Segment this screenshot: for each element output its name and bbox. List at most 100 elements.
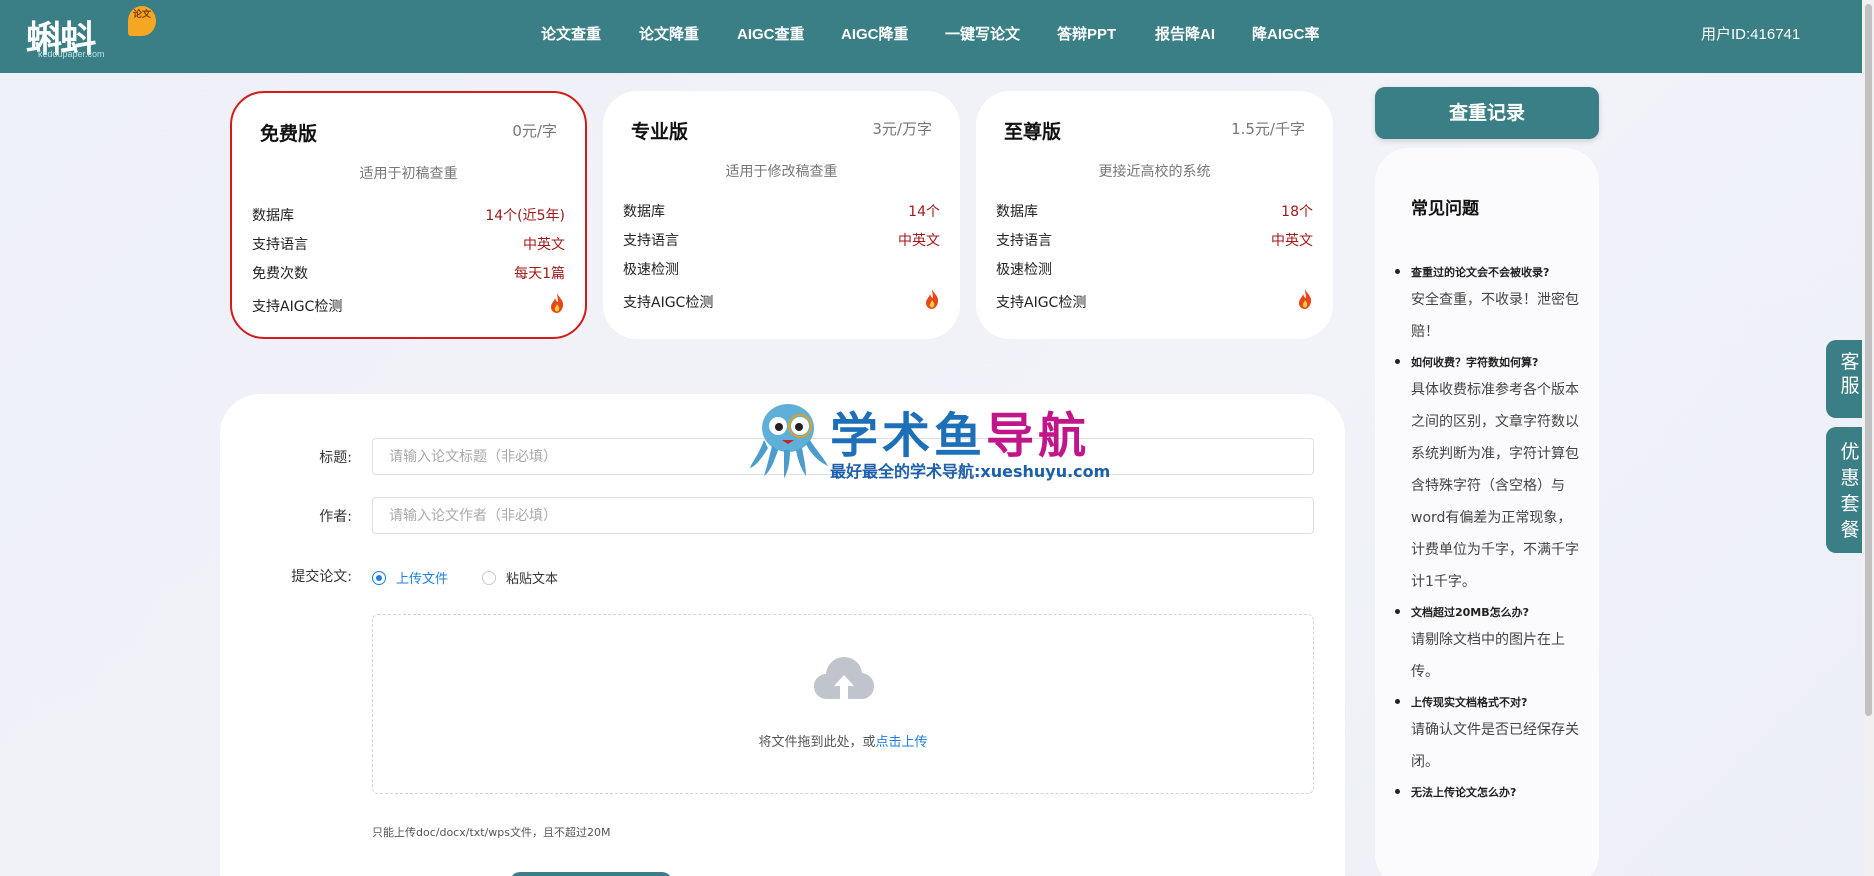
plan-row-label: 数据库 [252,208,294,224]
faq-answer: 安全查重，不收录！泄密包赔！ [1411,292,1579,340]
watermark-title: 学术鱼导航 [830,396,1090,466]
submit-paper-label: 提交论文: [291,569,352,585]
faq-answer: 具体收费标准参考各个版本之间的区别，文章字符数以系统判断为准，字符计算包含特殊字… [1411,382,1579,590]
faq-title: 常见问题 [1411,199,1479,219]
nav-aigc-check[interactable]: AIGC查重 [737,23,805,44]
nav-aigc-rewrite[interactable]: AIGC降重 [841,23,909,44]
plan-desc: 更接近高校的系统 [1098,164,1211,180]
plan-row: 数据库 18个 [996,201,1313,221]
plan-row-label: 数据库 [623,204,665,220]
plan-row-label: 支持语言 [623,233,679,249]
user-id[interactable]: 用户ID:416741 [1701,23,1800,44]
watermark-logo: 学术鱼导航 最好最全的学术导航:xueshuyu.com [748,396,1128,481]
plan-card-pro[interactable]: 专业版 3元/万字 适用于修改稿查重 数据库 14个 支持语言 中英文 极速检测… [603,91,960,339]
plan-row: 数据库 14个 [623,201,940,221]
plan-row-value: 中英文 [523,237,565,253]
author-input[interactable] [372,497,1314,534]
side-tab-label: 客服 [1840,351,1860,397]
plan-row-value: 14个(近5年) [485,208,565,224]
plan-row-label: 支持AIGC检测 [252,299,343,315]
watermark-title-part-a: 学术鱼 [830,408,987,464]
nav-paper-check[interactable]: 论文查重 [541,23,601,44]
octopus-mascot-icon [750,404,828,478]
plan-row-label: 极速检测 [623,262,679,278]
file-dropzone[interactable]: 将文件拖到此处，或点击上传 [372,614,1314,794]
plan-row: 极速检测 [623,259,940,279]
nav-report-reduce-ai[interactable]: 报告降AI [1155,23,1215,44]
nav-write-paper[interactable]: 一键写论文 [945,23,1020,44]
check-records-button[interactable]: 查重记录 [1375,87,1599,139]
faq-question: 查重过的论文会不会被收录? [1411,266,1550,279]
plan-row-label: 支持AIGC检测 [623,295,714,311]
plan-row-value: 14个 [908,204,940,220]
logo-badge: 论文 [128,6,156,36]
plan-row: 数据库 14个(近5年) [252,205,565,225]
plan-title: 免费版 [260,123,318,145]
plan-row: 支持AIGC检测 [623,289,940,312]
faq-item: 上传现实文档格式不对? 请确认文件是否已经保存关闭。 [1395,692,1585,778]
radio-circle [372,571,386,585]
faq-item: 无法上传论文怎么办? [1395,782,1585,804]
plan-row-value: 中英文 [1271,233,1313,249]
plan-card-premium[interactable]: 至尊版 1.5元/千字 更接近高校的系统 数据库 18个 支持语言 中英文 极速… [976,91,1333,339]
plan-row-label: 免费次数 [252,266,308,282]
plan-row-label: 支持AIGC检测 [996,295,1087,311]
faq-item: 文档超过20MB怎么办? 请剔除文档中的图片在上传。 [1395,602,1585,688]
plan-row-value: 每天1篇 [514,266,565,282]
plan-title: 至尊版 [1004,121,1062,143]
fire-icon [926,289,939,309]
plan-row: 支持语言 中英文 [996,230,1313,250]
top-header: 蝌蚪 论文 kedoupaper.com 论文查重 论文降重 AIGC查重 AI… [0,0,1874,73]
radio-label: 上传文件 [396,572,449,587]
radio-label: 粘贴文本 [506,572,559,587]
plan-row: 支持语言 中英文 [252,234,565,254]
nav-reduce-aigc-rate[interactable]: 降AIGC率 [1252,23,1320,44]
plan-row-value: 中英文 [898,233,940,249]
faq-list: 查重过的论文会不会被收录? 安全查重，不收录！泄密包赔！ 如何收费？字符数如何算… [1395,262,1585,808]
plan-row-label: 支持语言 [996,233,1052,249]
plan-price: 3元/万字 [872,120,932,138]
click-upload-link[interactable]: 点击上传 [876,735,928,750]
plan-row: 支持AIGC检测 [996,289,1313,312]
plan-row: 支持AIGC检测 [252,293,565,316]
dropzone-text: 将文件拖到此处，或点击上传 [373,731,1313,750]
plan-desc: 适用于修改稿查重 [725,164,838,180]
dropzone-instruction: 将文件拖到此处，或 [758,735,876,750]
radio-circle [482,571,496,585]
faq-question: 无法上传论文怎么办? [1411,786,1517,799]
plan-row: 免费次数 每天1篇 [252,263,565,283]
faq-question: 如何收费？字符数如何算? [1411,356,1539,369]
submit-button[interactable] [510,872,672,876]
logo-domain: kedoupaper.com [38,49,105,59]
title-label: 标题: [319,450,352,466]
site-logo[interactable]: 蝌蚪 论文 kedoupaper.com [26,6,156,62]
scrollbar-thumb[interactable] [1865,4,1872,716]
side-tab-label: 优惠套餐 [1840,441,1860,541]
faq-panel: 常见问题 查重过的论文会不会被收录? 安全查重，不收录！泄密包赔！ 如何收费？字… [1375,148,1599,876]
plan-row-label: 极速检测 [996,262,1052,278]
nav-paper-rewrite[interactable]: 论文降重 [639,23,699,44]
plan-desc: 适用于初稿查重 [359,166,458,182]
plan-row-value: 18个 [1281,204,1313,220]
plan-row: 支持语言 中英文 [623,230,940,250]
plan-row-label: 数据库 [996,204,1038,220]
plan-title: 专业版 [631,121,689,143]
faq-question: 文档超过20MB怎么办? [1411,606,1530,619]
faq-answer: 请确认文件是否已经保存关闭。 [1411,722,1579,770]
author-label: 作者: [319,509,352,525]
plan-row-label: 支持语言 [252,237,308,253]
plan-row: 极速检测 [996,259,1313,279]
fire-icon [551,293,564,313]
watermark-title-part-b: 导航 [986,408,1091,464]
faq-answer: 请剔除文档中的图片在上传。 [1411,632,1565,680]
watermark-subtitle: 最好最全的学术导航:xueshuyu.com [830,462,1111,481]
nav-defense-ppt[interactable]: 答辩PPT [1057,23,1116,44]
plan-price: 1.5元/千字 [1231,120,1305,138]
plan-card-free[interactable]: 免费版 0元/字 适用于初稿查重 数据库 14个(近5年) 支持语言 中英文 免… [230,91,587,339]
faq-item: 查重过的论文会不会被收录? 安全查重，不收录！泄密包赔！ [1395,262,1585,348]
faq-question: 上传现实文档格式不对? [1411,696,1528,709]
fire-icon [1299,289,1312,309]
faq-item: 如何收费？字符数如何算? 具体收费标准参考各个版本之间的区别，文章字符数以系统判… [1395,352,1585,598]
upload-hint: 只能上传doc/docx/txt/wps文件，且不超过20M [372,826,611,839]
plan-price: 0元/字 [512,122,557,140]
